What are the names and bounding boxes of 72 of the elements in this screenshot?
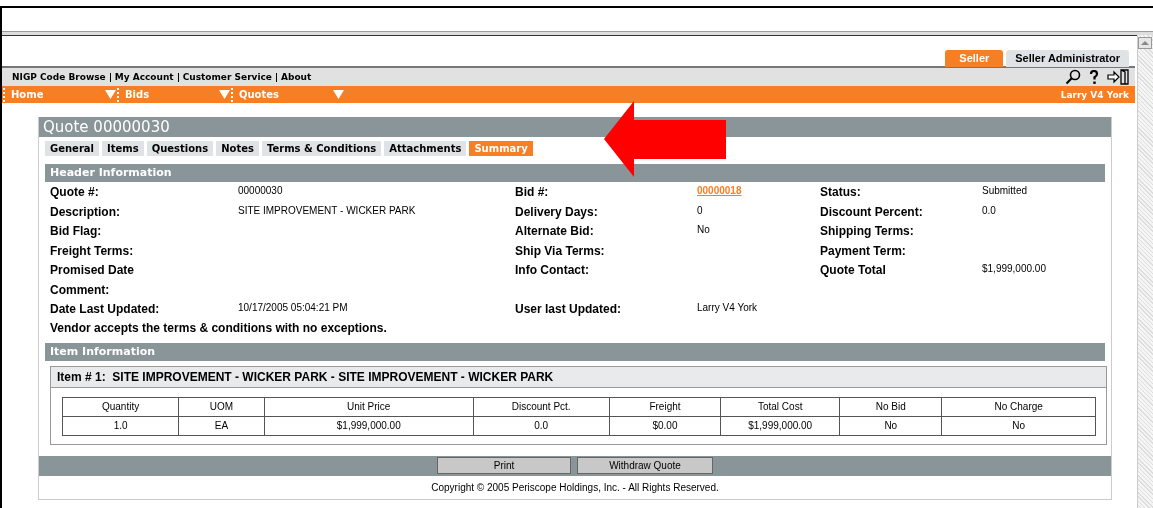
tab[interactable]: Questions	[146, 141, 214, 156]
column-header: No Charge	[941, 397, 1096, 416]
scrollbar[interactable]	[1137, 35, 1153, 508]
field-value: Larry V4 York	[697, 301, 759, 315]
field-value: SITE IMPROVEMENT - WICKER PARK	[238, 203, 417, 218]
column-header: Unit Price	[264, 397, 474, 416]
table-cell: No	[941, 416, 1096, 435]
table-cell: 0.0	[473, 416, 610, 435]
field-label: Promised Date	[50, 262, 136, 279]
field-label: Info Contact:	[515, 262, 590, 279]
field-label: User last Updated:	[515, 301, 623, 318]
field-label: Comment:	[50, 281, 111, 299]
copyright: Copyright © 2005 Periscope Holdings, Inc. - All Rights Reserved.	[430, 480, 720, 495]
table-cell: 1.0	[62, 416, 179, 435]
column-header: UOM	[178, 397, 265, 416]
field-label: Quote #:	[50, 184, 100, 201]
tab[interactable]: Notes	[216, 141, 259, 156]
dropdown-caret-icon[interactable]	[333, 90, 344, 99]
field-value: 00000030	[238, 184, 284, 198]
column-header: Freight	[609, 397, 721, 416]
table-cell: $1,999,000.00	[264, 416, 474, 435]
field-value: No	[697, 223, 711, 237]
tab[interactable]: Attachments	[384, 141, 467, 156]
column-header: No Bid	[839, 397, 942, 416]
table-cell: EA	[178, 416, 265, 435]
user-name: Larry V4 York	[1060, 89, 1129, 100]
top-link[interactable]: About	[280, 72, 312, 82]
table-cell: $0.00	[609, 416, 721, 435]
table-cell: $1,999,000.00	[720, 416, 840, 435]
field-label: Payment Term:	[820, 242, 907, 260]
field-value: $1,999,000.00	[982, 262, 1047, 276]
field-value: Submitted	[982, 184, 1029, 198]
logout-icon[interactable]	[1107, 69, 1129, 85]
field-label: Shipping Terms:	[820, 223, 915, 240]
tab[interactable]: Items	[102, 141, 144, 156]
section-header: Item Information	[45, 342, 1105, 361]
field-value: 10/17/2005 05:04:21 PM	[238, 301, 349, 315]
dropdown-caret-icon[interactable]	[219, 90, 230, 99]
field-label: Bid #:	[515, 184, 550, 201]
tab[interactable]: General	[45, 141, 99, 156]
field-label: Description:	[50, 203, 121, 221]
field-label: Date Last Updated:	[50, 301, 161, 318]
field-label: Delivery Days:	[515, 203, 599, 221]
top-link[interactable]: NIGP Code Browse	[12, 72, 106, 82]
column-header: Total Cost	[720, 397, 840, 416]
search-icon[interactable]	[1065, 69, 1081, 85]
page-title: Quote 00000030	[39, 117, 1111, 137]
field-label: Discount Percent:	[820, 203, 924, 221]
field-label: Ship Via Terms:	[515, 242, 606, 260]
column-header: Quantity	[62, 397, 179, 416]
top-link[interactable]: My Account	[114, 72, 174, 82]
action-button[interactable]: Withdraw Quote	[577, 457, 713, 474]
top-link[interactable]: Customer Service	[182, 72, 272, 82]
column-header: Discount Pct.	[473, 397, 610, 416]
action-button[interactable]: Print	[437, 457, 571, 474]
arrow-icon	[604, 101, 726, 177]
field-label: Quote Total	[820, 262, 887, 279]
field-value: 0.0	[982, 203, 997, 218]
scroll-up-icon[interactable]	[1138, 37, 1152, 49]
field-label: Alternate Bid:	[515, 223, 595, 240]
help-icon[interactable]	[1089, 69, 1099, 85]
field-value: 0	[697, 203, 704, 218]
section-header: Header Information	[45, 164, 1105, 182]
tab[interactable]: Terms & Conditions	[261, 141, 382, 156]
dropdown-caret-icon[interactable]	[105, 90, 116, 99]
field-label: Bid Flag:	[50, 223, 103, 240]
table-cell: No	[839, 416, 942, 435]
item-heading: Item # 1: SITE IMPROVEMENT - WICKER PARK - SITE IMPROVEMENT - WICKER PARK	[51, 366, 1106, 388]
terms-statement: Vendor accepts the terms & conditions with no exceptions.	[49, 319, 388, 337]
role-tab[interactable]: Seller Administrator	[1006, 50, 1129, 67]
field-label: Status:	[820, 184, 862, 201]
field-label: Freight Terms:	[50, 242, 135, 260]
